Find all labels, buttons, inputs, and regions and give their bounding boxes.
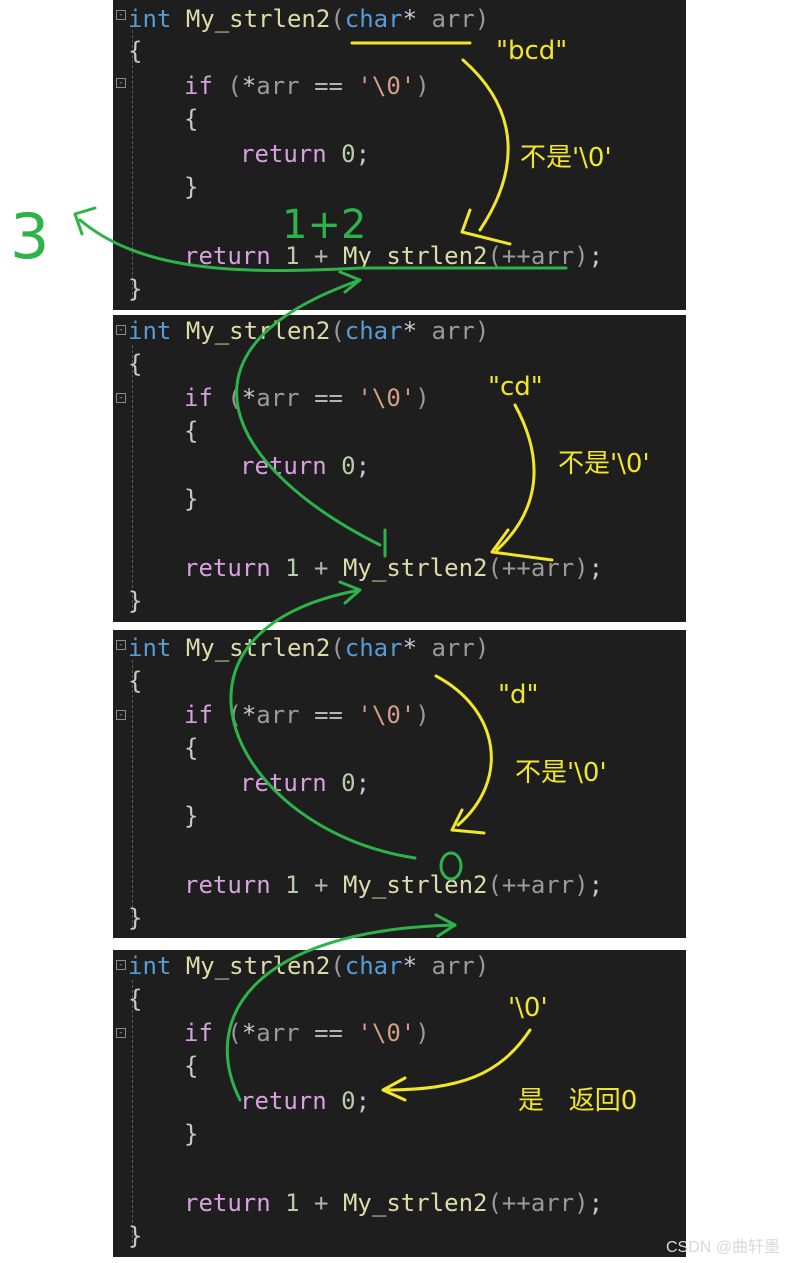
if-brace-open: { <box>184 105 199 133</box>
indent-guide <box>132 660 133 928</box>
brace-open: { <box>128 350 143 378</box>
brace-close: } <box>128 904 143 932</box>
watermark: CSDN @曲轩墨 <box>665 1239 780 1256</box>
return-zero: return 0; <box>240 140 371 168</box>
fold-toggle-icon[interactable]: - <box>116 393 126 403</box>
function-signature: int My_strlen2(char* arr) <box>128 317 490 345</box>
fold-toggle-icon[interactable]: - <box>116 710 126 720</box>
return-zero: return 0; <box>240 1087 371 1115</box>
if-statement: if (*arr == '\0') <box>184 1019 430 1047</box>
return-zero: return 0; <box>240 452 371 480</box>
annotation-is-null-return: 是 返回0 <box>518 1086 638 1116</box>
if-brace-close: } <box>184 485 199 513</box>
if-statement: if (*arr == '\0') <box>184 384 430 412</box>
fold-toggle-icon[interactable]: - <box>116 78 126 88</box>
brace-close: } <box>128 587 143 615</box>
function-signature: int My_strlen2(char* arr) <box>128 5 490 33</box>
if-brace-open: { <box>184 417 199 445</box>
annotation-not-null-3: 不是'\0' <box>515 758 607 788</box>
brace-close: } <box>128 275 143 303</box>
annotation-sum-expr: 1+2 <box>282 202 367 248</box>
annotation-string-d: "d" <box>498 680 539 710</box>
brace-open: { <box>128 37 143 65</box>
annotation-not-null-2: 不是'\0' <box>558 449 650 479</box>
fold-toggle-icon[interactable]: - <box>116 640 126 650</box>
annotation-string-bcd: "bcd" <box>496 36 568 66</box>
if-statement: if (*arr == '\0') <box>184 701 430 729</box>
return-recursive: return 1 + My_strlen2(++arr); <box>184 242 604 270</box>
return-recursive: return 1 + My_strlen2(++arr); <box>184 871 604 899</box>
indent-guide <box>132 345 133 613</box>
indent-guide <box>132 980 133 1248</box>
green-arrowhead-1 <box>73 206 97 236</box>
fold-toggle-icon[interactable]: - <box>116 325 126 335</box>
if-brace-open: { <box>184 734 199 762</box>
brace-open: { <box>128 985 143 1013</box>
fold-toggle-icon[interactable]: - <box>116 10 126 20</box>
fold-toggle-icon[interactable]: - <box>116 960 126 970</box>
return-recursive: return 1 + My_strlen2(++arr); <box>184 554 604 582</box>
function-signature: int My_strlen2(char* arr) <box>128 952 490 980</box>
annotation-string-cd: "cd" <box>488 372 543 402</box>
brace-close: } <box>128 1222 143 1250</box>
if-brace-close: } <box>184 173 199 201</box>
brace-open: { <box>128 667 143 695</box>
indent-guide <box>132 30 133 300</box>
annotation-null-char: '\0' <box>508 993 548 1023</box>
return-recursive: return 1 + My_strlen2(++arr); <box>184 1189 604 1217</box>
function-signature: int My_strlen2(char* arr) <box>128 634 490 662</box>
annotation-result-3: 3 <box>10 200 50 273</box>
if-brace-close: } <box>184 1120 199 1148</box>
if-statement: if (*arr == '\0') <box>184 72 430 100</box>
return-zero: return 0; <box>240 769 371 797</box>
fold-toggle-icon[interactable]: - <box>116 1028 126 1038</box>
annotation-not-null-1: 不是'\0' <box>520 143 612 173</box>
if-brace-close: } <box>184 802 199 830</box>
if-brace-open: { <box>184 1052 199 1080</box>
